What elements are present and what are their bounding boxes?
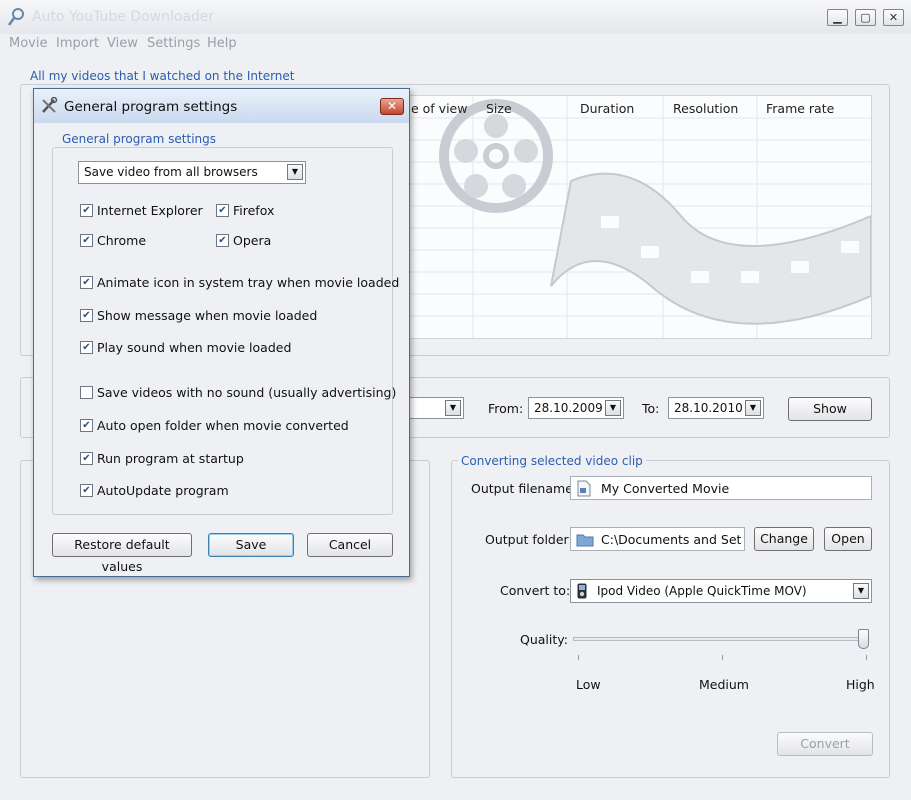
output-filename-value: My Converted Movie xyxy=(601,481,730,496)
chevron-down-icon: ▼ xyxy=(605,400,621,416)
menu-import[interactable]: Import xyxy=(56,36,99,51)
convert-group xyxy=(451,460,890,778)
quality-slider-thumb[interactable] xyxy=(858,629,869,649)
minimize-button[interactable]: ▁ xyxy=(827,9,848,26)
to-date-value: 28.10.2010 xyxy=(674,401,743,415)
to-date-picker[interactable]: 28.10.2010 ▼ xyxy=(668,397,764,419)
checkbox-label-animate-icon: Animate icon in system tray when movie l… xyxy=(97,275,400,290)
close-button[interactable]: ✕ xyxy=(883,9,904,26)
checkbox-firefox[interactable]: ✔ xyxy=(216,204,229,217)
checkbox-label-auto-open-folder: Auto open folder when movie converted xyxy=(97,418,349,433)
checkbox-save-no-sound[interactable] xyxy=(80,386,93,399)
checkbox-internet-explorer[interactable]: ✔ xyxy=(80,204,93,217)
save-button[interactable]: Save xyxy=(208,533,294,557)
column-header-frame-rate[interactable]: Frame rate xyxy=(766,101,834,116)
output-folder-label: Output folder: xyxy=(485,532,573,547)
chevron-down-icon: ▼ xyxy=(853,583,869,599)
quality-mark-high: High xyxy=(846,677,875,692)
window-title: Auto YouTube Downloader xyxy=(32,9,215,25)
checkbox-label-autoupdate: AutoUpdate program xyxy=(97,483,229,498)
menu-help[interactable]: Help xyxy=(207,36,237,51)
quality-mark-medium: Medium xyxy=(699,677,749,692)
settings-dialog: General program settings ✕ General progr… xyxy=(33,88,410,577)
checkbox-show-message[interactable]: ✔ xyxy=(80,309,93,322)
output-filename-field[interactable]: My Converted Movie xyxy=(570,476,872,500)
output-filename-label: Output filename: xyxy=(471,481,578,496)
dialog-close-button[interactable]: ✕ xyxy=(380,98,404,115)
quality-tick-high xyxy=(866,655,867,660)
convert-button[interactable]: Convert xyxy=(777,732,873,756)
folder-icon xyxy=(576,534,594,547)
checkbox-label-run-at-startup: Run program at startup xyxy=(97,451,244,466)
output-folder-field[interactable]: C:\Documents and Settir xyxy=(570,527,745,551)
checkbox-label-save-no-sound: Save videos with no sound (usually adver… xyxy=(97,385,397,400)
column-header-size[interactable]: Size xyxy=(486,101,512,116)
quality-mark-low: Low xyxy=(576,677,601,692)
cancel-button[interactable]: Cancel xyxy=(307,533,393,557)
checkbox-label-opera: Opera xyxy=(233,233,272,248)
browser-scope-select[interactable]: Save video from all browsers ▼ xyxy=(78,161,306,184)
videos-group-title: All my videos that I watched on the Inte… xyxy=(27,69,298,83)
column-header-type-of-view[interactable]: e of view xyxy=(411,101,467,116)
convert-to-select[interactable]: Ipod Video (Apple QuickTime MOV) ▼ xyxy=(570,579,872,603)
chevron-down-icon: ▼ xyxy=(445,400,461,416)
checkbox-label-firefox: Firefox xyxy=(233,203,275,218)
quality-tick-medium xyxy=(722,655,723,660)
checkbox-run-at-startup[interactable]: ✔ xyxy=(80,452,93,465)
checkbox-chrome[interactable]: ✔ xyxy=(80,234,93,247)
column-header-duration[interactable]: Duration xyxy=(580,101,634,116)
checkbox-label-internet-explorer: Internet Explorer xyxy=(97,203,203,218)
open-folder-button[interactable]: Open xyxy=(824,527,872,551)
quality-label: Quality: xyxy=(520,632,568,647)
checkbox-label-chrome: Chrome xyxy=(97,233,147,248)
menu-bar: Movie Import View Settings Help xyxy=(0,34,911,54)
checkbox-play-sound[interactable]: ✔ xyxy=(80,341,93,354)
chevron-down-icon: ▼ xyxy=(287,164,303,180)
film-reel-watermark xyxy=(401,96,871,338)
to-label: To: xyxy=(642,401,660,416)
convert-to-label: Convert to: xyxy=(500,583,571,598)
app-icon xyxy=(7,8,24,26)
dialog-group-title: General program settings xyxy=(59,132,219,146)
checkbox-auto-open-folder[interactable]: ✔ xyxy=(80,419,93,432)
menu-movie[interactable]: Movie xyxy=(9,36,47,51)
output-folder-value: C:\Documents and Settir xyxy=(601,532,741,547)
from-label: From: xyxy=(488,401,524,416)
checkbox-autoupdate[interactable]: ✔ xyxy=(80,484,93,497)
menu-settings[interactable]: Settings xyxy=(147,36,200,51)
dialog-title: General program settings xyxy=(64,99,238,115)
quality-slider-track[interactable] xyxy=(573,637,869,641)
column-header-resolution[interactable]: Resolution xyxy=(673,101,738,116)
convert-group-title: Converting selected video clip xyxy=(458,454,646,468)
chevron-down-icon: ▼ xyxy=(745,400,761,416)
tools-icon xyxy=(42,97,58,113)
checkbox-opera[interactable]: ✔ xyxy=(216,234,229,247)
convert-to-value: Ipod Video (Apple QuickTime MOV) xyxy=(597,584,807,598)
videos-list[interactable] xyxy=(400,95,872,339)
menu-view[interactable]: View xyxy=(107,36,138,51)
checkbox-animate-icon[interactable]: ✔ xyxy=(80,276,93,289)
from-date-value: 28.10.2009 xyxy=(534,401,603,415)
restore-defaults-button[interactable]: Restore default values xyxy=(52,533,192,574)
show-button[interactable]: Show xyxy=(788,397,872,421)
ipod-icon xyxy=(577,583,587,599)
browser-scope-value: Save video from all browsers xyxy=(84,165,258,179)
checkbox-label-show-message: Show message when movie loaded xyxy=(97,308,318,323)
maximize-button[interactable]: ▢ xyxy=(855,9,876,26)
file-icon xyxy=(577,480,591,497)
quality-tick-low xyxy=(578,655,579,660)
change-folder-button[interactable]: Change xyxy=(754,527,814,551)
from-date-picker[interactable]: 28.10.2009 ▼ xyxy=(528,397,624,419)
checkbox-label-play-sound: Play sound when movie loaded xyxy=(97,340,292,355)
